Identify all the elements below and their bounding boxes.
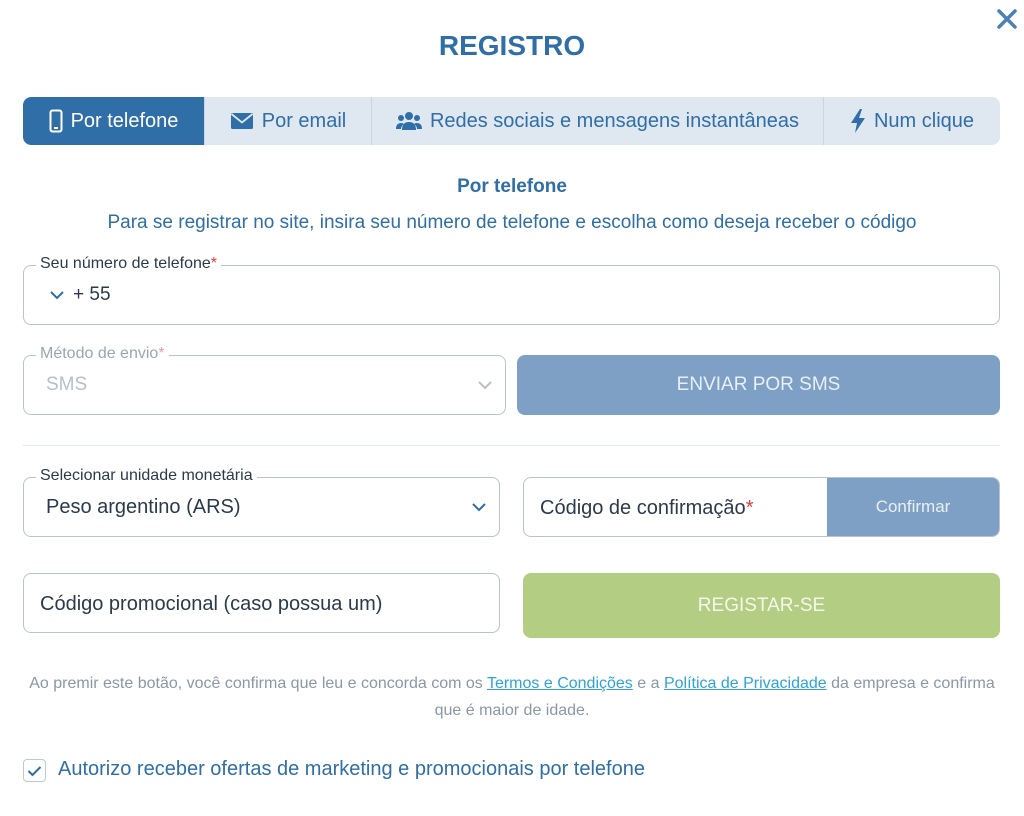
phone-icon (49, 109, 63, 133)
users-icon (395, 112, 422, 130)
tab-phone[interactable]: Por telefone (23, 97, 205, 145)
registration-tabs: Por telefone Por email Redes sociais e m… (23, 97, 1000, 145)
country-code[interactable]: + 55 (73, 284, 111, 306)
currency-label: Selecionar unidade monetária (36, 467, 257, 485)
confirmation-code-field[interactable]: Código de confirmação* Confirmar (523, 477, 1000, 537)
lightning-icon (850, 109, 865, 133)
phone-field-label: Seu número de telefone* (36, 255, 222, 273)
currency-value: Peso argentino (ARS) (46, 496, 241, 518)
legal-notice: Ao premir este botão, você confirma que … (0, 670, 1024, 724)
tab-social-label: Redes sociais e mensagens instantâneas (429, 109, 800, 132)
section-subtitle: Por telefone (457, 176, 567, 197)
checkmark-icon (27, 765, 42, 776)
send-method-label: Método de envio* (36, 345, 169, 363)
register-button[interactable]: REGISTAR-SE (523, 573, 1000, 638)
confirm-button[interactable]: Confirmar (827, 478, 999, 536)
promo-code-field[interactable]: Código promocional (caso possua um) (23, 573, 500, 633)
confirmation-code-placeholder: Código de confirmação* (540, 497, 754, 519)
legal-text: e a (632, 675, 664, 692)
currency-select[interactable]: Selecionar unidade monetária Peso argent… (23, 467, 500, 537)
marketing-checkbox[interactable] (23, 759, 46, 782)
tab-email[interactable]: Por email (205, 97, 372, 145)
marketing-checkbox-label[interactable]: Autorizo receber ofertas de marketing e … (58, 758, 645, 781)
send-method-value: SMS (46, 374, 88, 395)
tab-social[interactable]: Redes sociais e mensagens instantâneas (372, 97, 824, 145)
envelope-icon (230, 113, 253, 129)
tab-email-label: Por email (261, 109, 347, 132)
tab-one-click[interactable]: Num clique (824, 97, 1000, 145)
send-sms-button[interactable]: ENVIAR POR SMS (517, 355, 1000, 415)
chevron-down-icon[interactable] (49, 289, 65, 301)
divider (23, 445, 1000, 446)
modal-title: REGISTRO (438, 30, 586, 61)
tab-one-click-label: Num clique (873, 109, 975, 132)
terms-link[interactable]: Termos e Condições (487, 675, 633, 692)
tab-phone-label: Por telefone (70, 109, 179, 132)
phone-field[interactable]: Seu número de telefone* + 55 (23, 255, 1000, 325)
send-method-select[interactable]: Método de envio* SMS (23, 345, 506, 415)
privacy-link[interactable]: Política de Privacidade (664, 675, 827, 692)
promo-code-placeholder: Código promocional (caso possua um) (40, 593, 383, 615)
legal-text: Ao premir este botão, você confirma que … (29, 675, 487, 692)
section-description: Para se registrar no site, insira seu nú… (107, 212, 917, 233)
chevron-down-icon (472, 503, 486, 512)
chevron-down-icon (478, 381, 492, 390)
